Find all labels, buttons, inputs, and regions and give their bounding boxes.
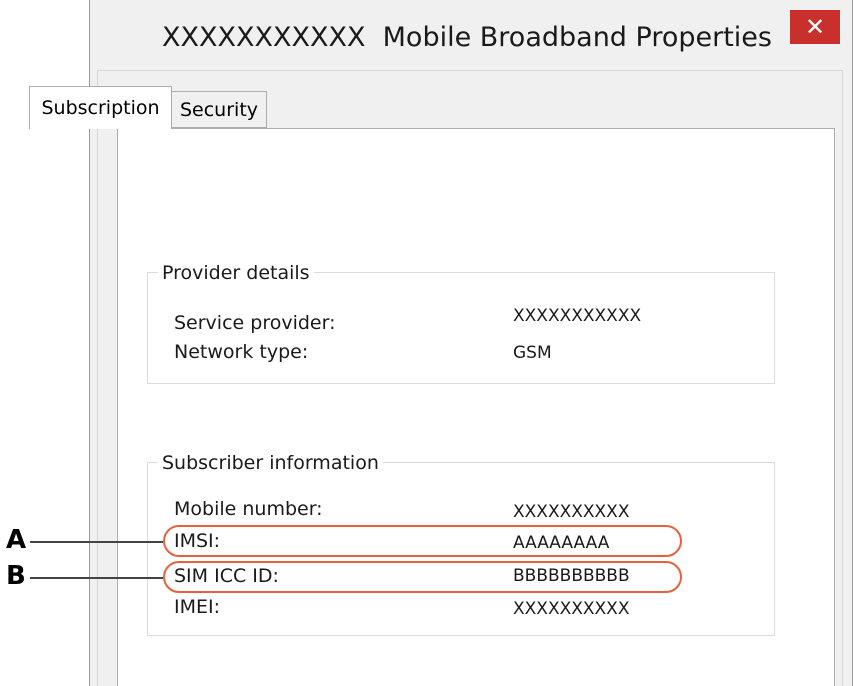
callout-b-leader-line: [30, 577, 163, 579]
tab-security-label: Security: [179, 98, 259, 121]
tab-subscription[interactable]: Subscription: [29, 86, 172, 129]
close-button[interactable]: ✕: [790, 10, 840, 44]
imei-label: IMEI:: [174, 596, 221, 618]
callout-a-leader-line: [30, 541, 163, 543]
close-icon: ✕: [804, 13, 826, 41]
network-type-value: GSM: [513, 343, 552, 363]
tab-subscription-label: Subscription: [41, 97, 160, 119]
network-type-label: Network type:: [174, 341, 309, 363]
subscriber-information-legend: Subscriber information: [158, 452, 383, 474]
imei-value: XXXXXXXXXX: [513, 599, 630, 619]
mobile-number-label: Mobile number:: [174, 498, 323, 520]
callout-b-outline: [163, 561, 682, 593]
mobile-number-value: XXXXXXXXXX: [513, 502, 630, 522]
callout-a-marker: A: [6, 525, 27, 555]
service-provider-value: XXXXXXXXXXX: [513, 306, 642, 326]
provider-details-legend: Provider details: [158, 262, 314, 284]
window-title: XXXXXXXXXXX Mobile Broadband Properties: [162, 22, 772, 53]
callout-b-marker: B: [6, 561, 26, 591]
tab-security[interactable]: Security: [172, 91, 267, 128]
service-provider-label: Service provider:: [174, 312, 336, 334]
callout-a-outline: [163, 525, 682, 557]
